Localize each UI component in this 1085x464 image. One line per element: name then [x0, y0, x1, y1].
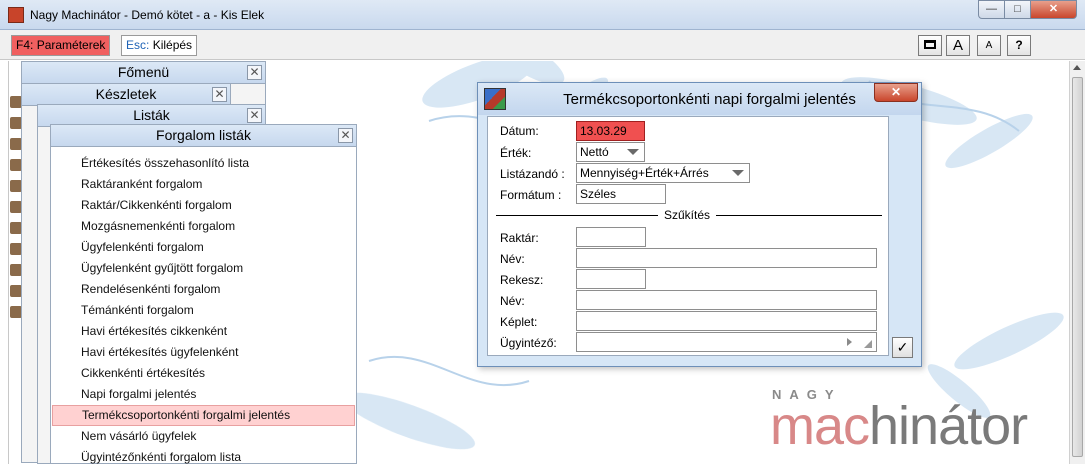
- dialog-body: Dátum: 13.03.29 Érték: Nettó Listázandó …: [487, 116, 889, 356]
- esc-key-label: Esc:: [126, 38, 150, 52]
- scroll-up-icon[interactable]: [1073, 65, 1081, 70]
- menu-item[interactable]: Termékcsoportonkénti forgalmi jelentés: [52, 405, 355, 426]
- menu-item[interactable]: Napi forgalmi jelentés: [52, 384, 355, 405]
- menu-item[interactable]: Témánkénti forgalom: [52, 300, 355, 321]
- chevron-down-icon: [627, 149, 639, 155]
- menu-item[interactable]: Raktár/Cikkenkénti forgalom: [52, 195, 355, 216]
- main-menu-title: Főmenü: [117, 64, 170, 80]
- warehouse-name-label: Név:: [500, 252, 525, 266]
- listed-select[interactable]: Mennyiség+Érték+Árrés: [576, 163, 750, 183]
- agent-field[interactable]: [576, 332, 877, 352]
- exit-label: Kilépés: [152, 38, 193, 52]
- exit-button[interactable]: Esc: Kilépés: [121, 35, 198, 56]
- chevron-down-icon: [732, 170, 744, 176]
- parameters-button[interactable]: F4: Paraméterek: [11, 35, 111, 56]
- window-icon: [924, 40, 936, 49]
- parameters-label: Paraméterek: [36, 38, 106, 52]
- listed-label: Listázandó :: [500, 167, 565, 181]
- dialog-title: Termékcsoportonkénti napi forgalmi jelen…: [563, 91, 856, 108]
- bin-field[interactable]: [576, 269, 646, 289]
- maximize-button[interactable]: □: [1004, 0, 1031, 19]
- menu-item[interactable]: Ügyfelenként gyűjtött forgalom: [52, 258, 355, 279]
- menu-item[interactable]: Ügyintézőnkénti forgalom lista: [52, 447, 355, 464]
- font-decrease-button[interactable]: A: [977, 35, 1001, 56]
- agent-label: Ügyintéző:: [500, 336, 557, 350]
- bin-label: Rekesz:: [500, 273, 544, 287]
- help-button[interactable]: ?: [1007, 35, 1031, 56]
- formula-label: Képlet:: [500, 315, 538, 329]
- turnover-lists-title: Forgalom listák: [156, 127, 251, 143]
- window-mode-button[interactable]: [918, 35, 942, 56]
- minimize-button[interactable]: —: [978, 0, 1005, 19]
- close-icon[interactable]: ✕: [212, 87, 227, 102]
- toolbar: F4: Paraméterek Esc: Kilépés A A ?: [0, 30, 1085, 60]
- inventory-title: Készletek: [95, 86, 157, 102]
- close-icon[interactable]: ✕: [338, 128, 353, 143]
- main-menu-header: Főmenü ✕: [22, 62, 265, 84]
- ok-button[interactable]: ✓: [892, 337, 913, 358]
- close-window-button[interactable]: ✕: [1030, 0, 1077, 19]
- menu-item[interactable]: Havi értékesítés ügyfelenként: [52, 342, 355, 363]
- date-label: Dátum:: [500, 124, 539, 138]
- turnover-lists-header: Forgalom listák ✕: [51, 125, 356, 147]
- listed-select-text: Mennyiség+Érték+Árrés: [580, 166, 709, 180]
- menu-item[interactable]: Ügyfelenkénti forgalom: [52, 237, 355, 258]
- menu-item[interactable]: Rendelésenkénti forgalom: [52, 279, 355, 300]
- bin-name-field[interactable]: [576, 290, 877, 310]
- report-dialog: Termékcsoportonkénti napi forgalmi jelen…: [477, 82, 922, 367]
- menu-item[interactable]: Cikkenkénti értékesítés: [52, 363, 355, 384]
- narrowing-heading: Szűkítés: [658, 208, 717, 222]
- inventory-header: Készletek ✕: [22, 84, 230, 106]
- window-title: Nagy Machinátor - Demó kötet - a - Kis E…: [30, 8, 265, 22]
- font-increase-button[interactable]: A: [946, 35, 970, 56]
- lists-title: Listák: [133, 107, 170, 123]
- dialog-close-button[interactable]: ✕: [874, 83, 918, 102]
- close-icon[interactable]: ✕: [247, 65, 262, 80]
- play-icon: [847, 338, 852, 346]
- value-label: Érték:: [500, 146, 532, 160]
- brand-logo-rest: hinátor: [869, 396, 1028, 456]
- resize-grip-icon: [864, 340, 872, 348]
- menu-item[interactable]: Nem vásárló ügyfelek: [52, 426, 355, 447]
- brand-logo: machinátor: [770, 395, 1028, 457]
- warehouse-label: Raktár:: [500, 231, 539, 245]
- format-label: Formátum :: [500, 188, 562, 202]
- scroll-thumb[interactable]: [1072, 77, 1083, 457]
- warehouse-name-field[interactable]: [576, 248, 877, 268]
- warehouse-field[interactable]: [576, 227, 646, 247]
- title-bar: Nagy Machinátor - Demó kötet - a - Kis E…: [0, 0, 1085, 30]
- format-field[interactable]: Széles: [576, 184, 666, 204]
- turnover-lists-panel: Forgalom listák ✕ Értékesítés összehason…: [50, 124, 357, 464]
- menu-item[interactable]: Raktáranként forgalom: [52, 174, 355, 195]
- close-icon[interactable]: ✕: [247, 108, 262, 123]
- f4-key-label: F4:: [16, 38, 34, 52]
- menu-item[interactable]: Havi értékesítés cikkenként: [52, 321, 355, 342]
- brand-logo-mac: mac: [770, 396, 870, 456]
- value-select-text: Nettó: [580, 145, 609, 159]
- date-field[interactable]: 13.03.29: [576, 121, 645, 141]
- value-select[interactable]: Nettó: [576, 142, 645, 162]
- formula-field[interactable]: [576, 311, 877, 331]
- dialog-header: Termékcsoportonkénti napi forgalmi jelen…: [478, 83, 921, 115]
- bin-name-label: Név:: [500, 294, 525, 308]
- app-icon: [8, 7, 24, 23]
- menu-item[interactable]: Mozgásnemenkénti forgalom: [52, 216, 355, 237]
- menu-item[interactable]: Értékesítés összehasonlító lista: [52, 153, 355, 174]
- vertical-scrollbar[interactable]: [1069, 61, 1085, 464]
- turnover-menu-list: Értékesítés összehasonlító lista Raktáran…: [52, 153, 355, 464]
